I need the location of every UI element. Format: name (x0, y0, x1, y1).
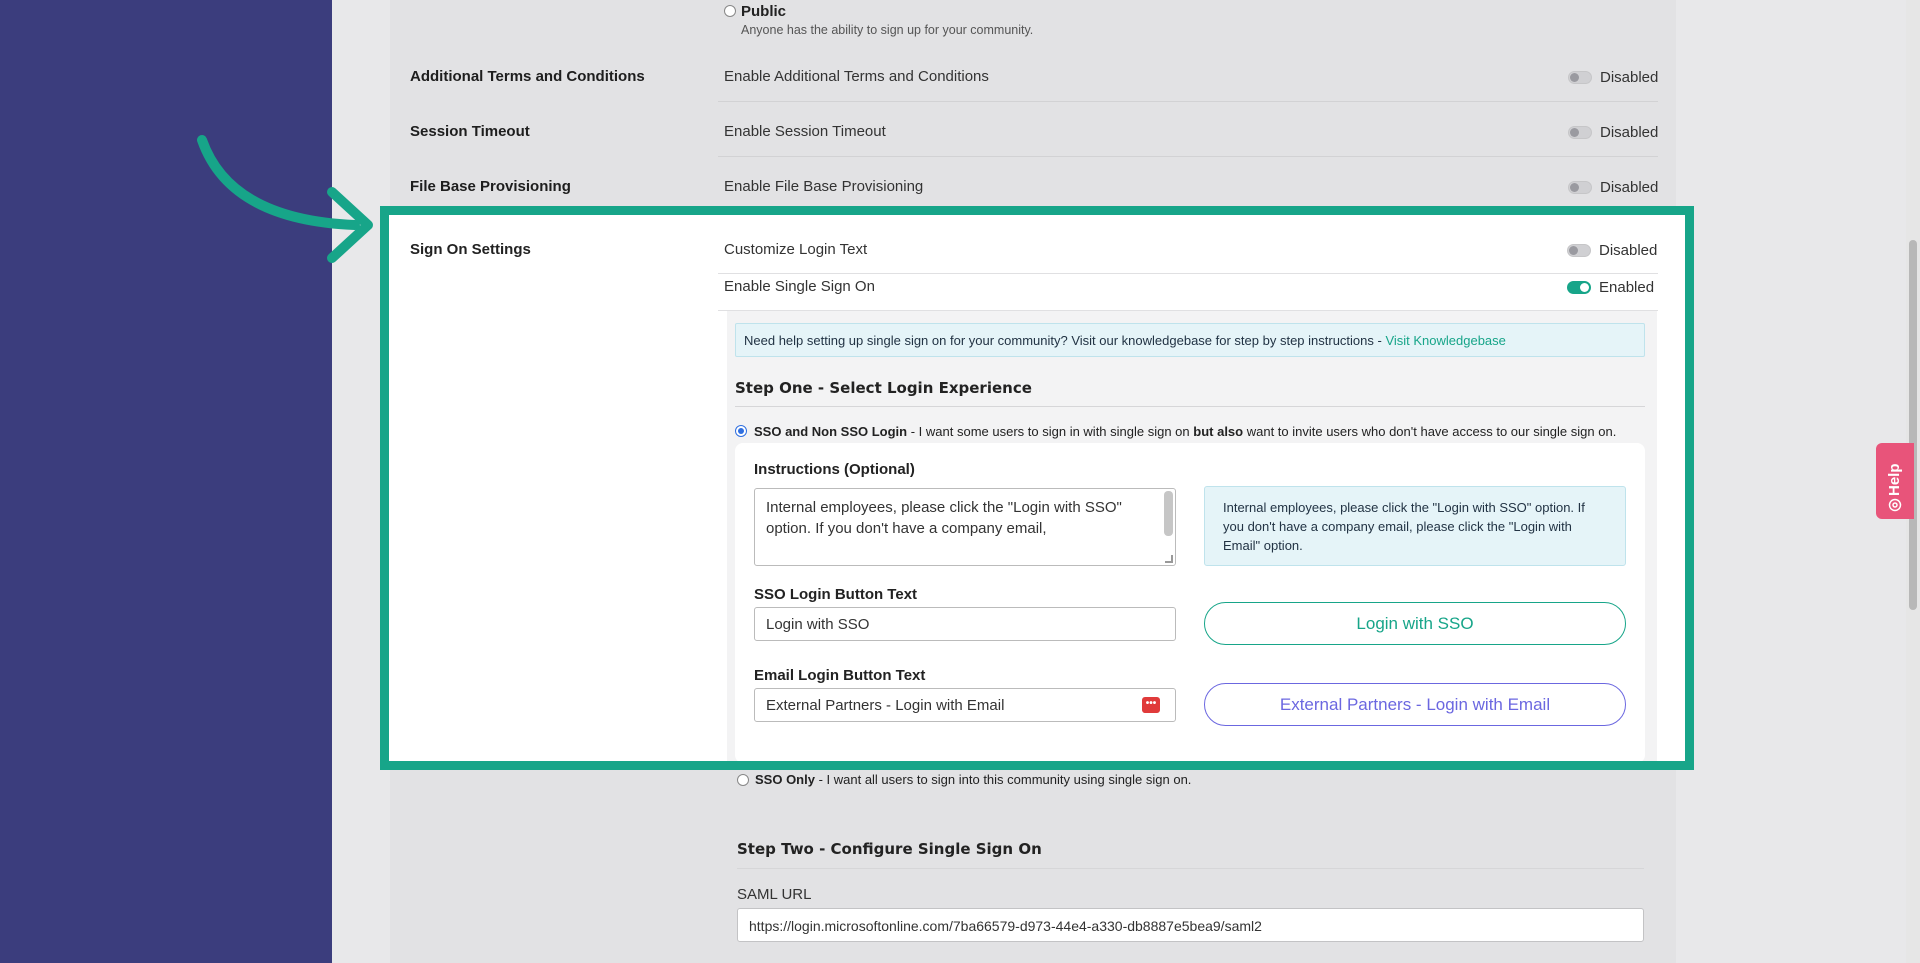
help-tab[interactable]: Help (1876, 443, 1914, 519)
sso-help-text: Need help setting up single sign on for … (744, 333, 1386, 348)
instructions-label: Instructions (Optional) (754, 461, 915, 478)
sso-only-title: SSO Only (755, 772, 815, 787)
password-manager-icon[interactable]: ••• (1142, 697, 1160, 713)
divider (718, 156, 1658, 157)
sso-and-non-sso-text-end: want to invite users who don't have acce… (1243, 424, 1617, 439)
instructions-textarea[interactable]: Internal employees, please click the "Lo… (754, 488, 1176, 566)
sso-and-non-sso-emphasis: but also (1193, 424, 1244, 439)
single-sign-on-description: Enable Single Sign On (724, 278, 875, 295)
session-timeout-description: Enable Session Timeout (724, 123, 886, 140)
sso-button-text-value: Login with SSO (766, 616, 870, 633)
sso-only-text: - I want all users to sign into this com… (814, 772, 1192, 787)
instructions-preview-text: Internal employees, please click the "Lo… (1223, 500, 1585, 553)
file-base-description: Enable File Base Provisioning (724, 178, 924, 195)
saml-url-value: https://login.microsoftonline.com/7ba665… (749, 918, 1262, 934)
public-option-label: Public (741, 3, 787, 20)
instructions-preview: Internal employees, please click the "Lo… (1204, 486, 1626, 566)
saml-url-input[interactable]: https://login.microsoftonline.com/7ba665… (737, 908, 1644, 942)
email-button-text-label: Email Login Button Text (754, 667, 926, 684)
saml-url-label: SAML URL (737, 886, 812, 903)
customize-login-state: Disabled (1599, 242, 1658, 259)
sso-and-non-sso-text: - I want some users to sign in with sing… (907, 424, 1194, 439)
divider (735, 406, 1645, 407)
single-sign-on-state: Enabled (1599, 279, 1655, 296)
single-sign-on-toggle[interactable] (1567, 281, 1591, 294)
sso-and-non-sso-radio[interactable] (735, 425, 747, 437)
login-with-email-preview-button[interactable]: External Partners - Login with Email (1204, 683, 1626, 726)
file-base-state: Disabled (1600, 179, 1659, 196)
sso-only-radio[interactable] (737, 774, 749, 786)
file-base-toggle[interactable] (1568, 181, 1592, 194)
email-button-text-input[interactable]: External Partners - Login with Email ••• (754, 688, 1176, 722)
file-base-label: File Base Provisioning (410, 178, 571, 195)
step-two-title: Step Two - Configure Single Sign On (737, 840, 1042, 858)
public-option-description: Anyone has the ability to sign up for yo… (741, 23, 1034, 37)
instructions-value: Internal employees, please click the "Lo… (766, 499, 1122, 537)
curved-arrow-icon (197, 135, 373, 263)
sso-button-text-label: SSO Login Button Text (754, 586, 918, 603)
sso-button-text-input[interactable]: Login with SSO (754, 607, 1176, 641)
scrollbar-thumb[interactable] (1909, 240, 1917, 610)
sso-only-option: SSO Only - I want all users to sign into… (755, 772, 1191, 787)
terms-label: Additional Terms and Conditions (410, 68, 645, 85)
lifebuoy-icon (1888, 498, 1902, 512)
terms-description: Enable Additional Terms and Conditions (724, 68, 989, 85)
sso-and-non-sso-option: SSO and Non SSO Login - I want some user… (754, 424, 1616, 439)
customize-login-toggle[interactable] (1567, 244, 1591, 257)
email-button-text-value: External Partners - Login with Email (766, 697, 1005, 714)
resize-handle-icon[interactable] (1165, 555, 1173, 563)
divider (737, 868, 1644, 869)
textarea-scrollbar[interactable] (1164, 491, 1173, 536)
help-tab-label: Help (1886, 463, 1903, 496)
login-with-sso-preview-button[interactable]: Login with SSO (1204, 602, 1626, 645)
public-radio[interactable] (724, 5, 736, 17)
sign-on-label: Sign On Settings (410, 241, 531, 258)
divider (718, 273, 1658, 274)
knowledgebase-link[interactable]: Visit Knowledgebase (1385, 333, 1505, 348)
session-timeout-state: Disabled (1600, 124, 1659, 141)
sso-help-banner: Need help setting up single sign on for … (735, 323, 1645, 357)
session-timeout-label: Session Timeout (410, 123, 530, 140)
session-timeout-toggle[interactable] (1568, 126, 1592, 139)
terms-state: Disabled (1600, 69, 1659, 86)
highlight-frame: Sign On Settings Customize Login Text Di… (380, 206, 1694, 770)
terms-toggle[interactable] (1568, 71, 1592, 84)
customize-login-description: Customize Login Text (724, 241, 868, 258)
sso-and-non-sso-title: SSO and Non SSO Login (754, 424, 908, 439)
divider (718, 101, 1658, 102)
step-one-title: Step One - Select Login Experience (735, 379, 1032, 397)
